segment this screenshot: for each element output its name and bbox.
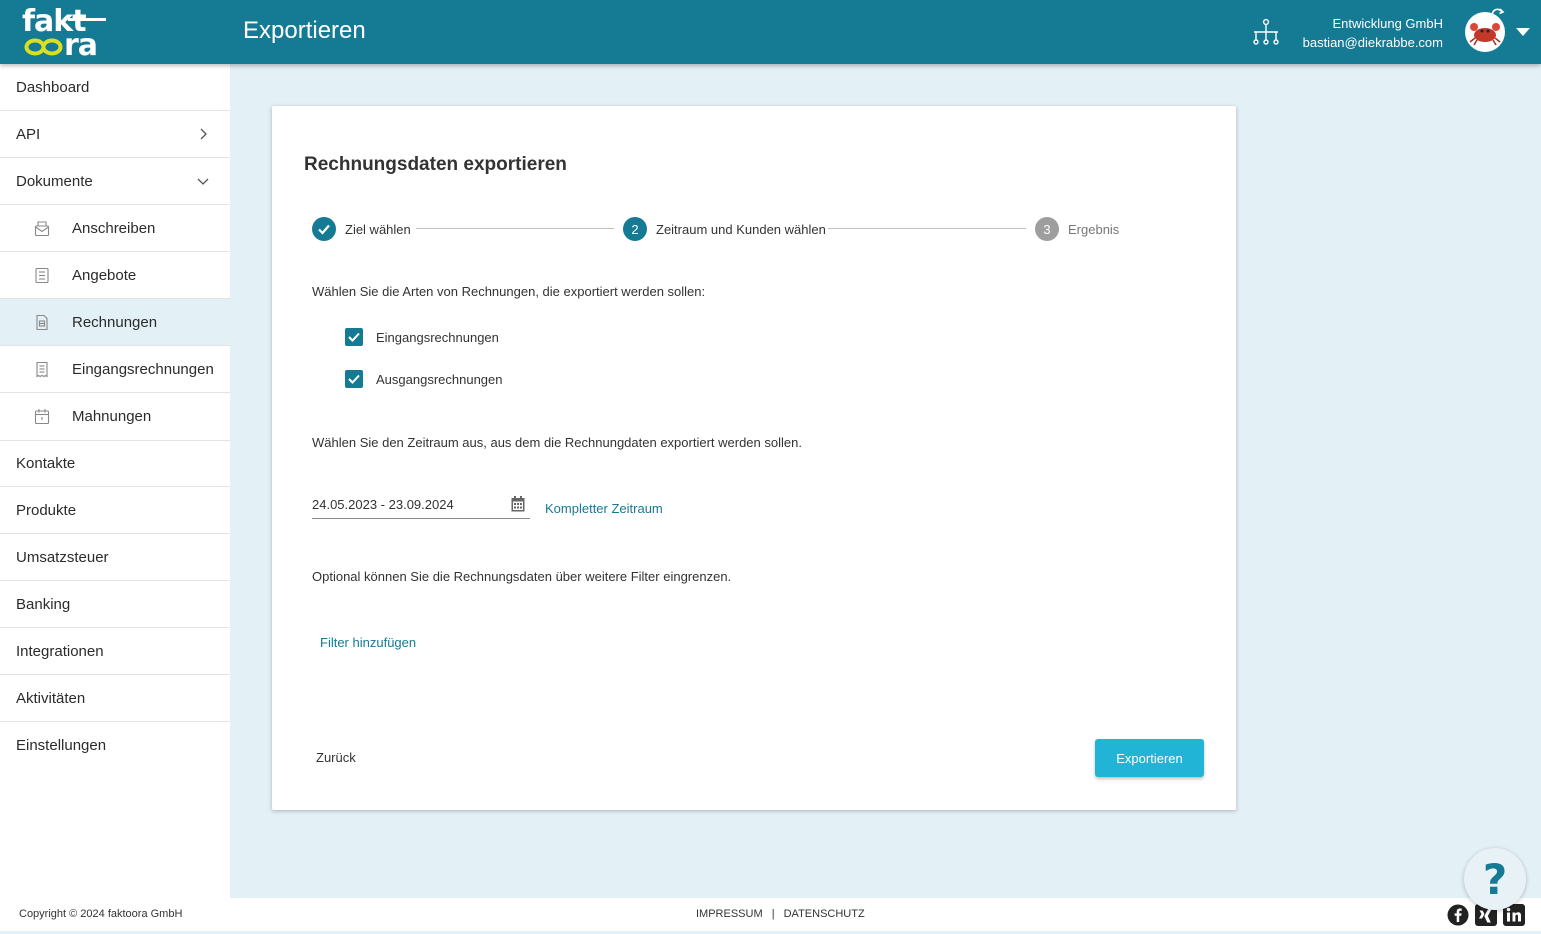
facebook-icon[interactable]: [1447, 904, 1469, 926]
sidebar-item-dokumente[interactable]: Dokumente: [0, 158, 230, 205]
checkbox-checked-icon[interactable]: [345, 328, 363, 346]
date-range-value: 24.05.2023 - 23.09.2024: [312, 497, 454, 512]
sidebar-item-rechnungen[interactable]: Rechnungen: [0, 299, 230, 346]
sidebar-item-angebote[interactable]: Angebote: [0, 252, 230, 299]
invoice-icon: [36, 314, 48, 331]
sidebar-item-banking[interactable]: Banking: [0, 581, 230, 628]
receipt-icon: [36, 361, 48, 378]
user-info[interactable]: Entwicklung GmbH bastian@diekrabbe.com: [1303, 14, 1443, 52]
step-zeitraum: 2 Zeitraum und Kunden wählen: [623, 217, 826, 241]
calendar-icon[interactable]: [511, 496, 525, 512]
footer: Copyright © 2024 faktoora GmbH IMPRESSUM…: [0, 898, 1541, 931]
sidebar-item-produkte[interactable]: Produkte: [0, 487, 230, 534]
sidebar-item-dashboard[interactable]: Dashboard: [0, 64, 230, 111]
filter-prompt: Optional können Sie die Rechnungsdaten ü…: [312, 569, 732, 584]
impressum-link[interactable]: IMPRESSUM: [696, 908, 763, 920]
step-complete-check-icon: [312, 217, 336, 241]
switch-account-icon[interactable]: [1491, 8, 1505, 22]
step-label: Ziel wählen: [345, 221, 411, 237]
sidebar-item-integrationen[interactable]: Integrationen: [0, 628, 230, 675]
company-name: Entwicklung GmbH: [1332, 16, 1443, 31]
step-connector: [828, 228, 1026, 229]
checkbox-label: Eingangsrechnungen: [376, 329, 499, 345]
export-card: Rechnungsdaten exportieren Ziel wählen 2…: [272, 106, 1236, 810]
step-number: 2: [623, 217, 647, 241]
period-prompt: Wählen Sie den Zeitraum aus, aus dem die…: [312, 435, 802, 450]
sidebar-item-einstellungen[interactable]: Einstellungen: [0, 722, 230, 769]
user-avatar[interactable]: [1465, 8, 1505, 52]
app-header: fakt ra Exportieren Entwicklung GmbH bas…: [0, 0, 1541, 64]
footer-separator: |: [771, 908, 775, 920]
back-button[interactable]: Zurück: [316, 750, 356, 765]
org-structure-icon[interactable]: [1250, 18, 1282, 46]
invoice-types-prompt: Wählen Sie die Arten von Rechnungen, die…: [312, 284, 706, 299]
sidebar-item-mahnungen[interactable]: Mahnungen: [0, 393, 230, 440]
checkbox-label: Ausgangsrechnungen: [376, 371, 503, 387]
user-menu-caret-icon[interactable]: [1516, 28, 1530, 36]
letter-icon: [34, 221, 50, 237]
date-range-input[interactable]: 24.05.2023 - 23.09.2024: [312, 495, 530, 519]
sidebar-item-kontakte[interactable]: Kontakte: [0, 440, 230, 487]
sidebar-item-api[interactable]: API: [0, 111, 230, 158]
sidebar-item-aktivitaeten[interactable]: Aktivitäten: [0, 675, 230, 722]
step-number: 3: [1035, 217, 1059, 241]
add-filter-link[interactable]: Filter hinzufügen: [320, 635, 416, 650]
logo-rings-icon: [24, 38, 63, 56]
calendar-warning-icon: [34, 409, 50, 425]
sidebar-item-eingangsrechnungen[interactable]: Eingangsrechnungen: [0, 346, 230, 393]
sidebar-item-umsatzsteuer[interactable]: Umsatzsteuer: [0, 534, 230, 581]
faktoora-logo[interactable]: fakt ra: [20, 4, 110, 63]
checkbox-eingangsrechnungen[interactable]: Eingangsrechnungen: [345, 328, 499, 346]
footer-links: IMPRESSUM | DATENSCHUTZ: [696, 908, 865, 920]
card-title: Rechnungsdaten exportieren: [304, 154, 567, 175]
list-document-icon: [35, 267, 49, 284]
datenschutz-link[interactable]: DATENSCHUTZ: [784, 908, 865, 920]
footer-copyright: Copyright © 2024 faktoora GmbH: [19, 908, 183, 920]
help-button[interactable]: ?: [1464, 848, 1526, 910]
sidebar: Dashboard API Dokumente Anschreiben Ange…: [0, 64, 230, 898]
page-title: Exportieren: [243, 17, 366, 44]
chevron-down-icon: [197, 178, 209, 185]
help-question-icon: ?: [1482, 854, 1508, 904]
export-button[interactable]: Exportieren: [1095, 739, 1204, 777]
step-label: Zeitraum und Kunden wählen: [656, 221, 826, 237]
step-ergebnis: 3 Ergebnis: [1035, 217, 1119, 241]
step-connector: [416, 228, 614, 229]
full-period-link[interactable]: Kompletter Zeitraum: [545, 501, 663, 516]
user-email: bastian@diekrabbe.com: [1302, 35, 1443, 50]
checkbox-ausgangsrechnungen[interactable]: Ausgangsrechnungen: [345, 370, 503, 388]
chevron-right-icon: [200, 128, 207, 140]
sidebar-item-anschreiben[interactable]: Anschreiben: [0, 205, 230, 252]
step-label: Ergebnis: [1068, 221, 1120, 237]
step-ziel: Ziel wählen: [312, 217, 411, 241]
checkbox-checked-icon[interactable]: [345, 370, 363, 388]
